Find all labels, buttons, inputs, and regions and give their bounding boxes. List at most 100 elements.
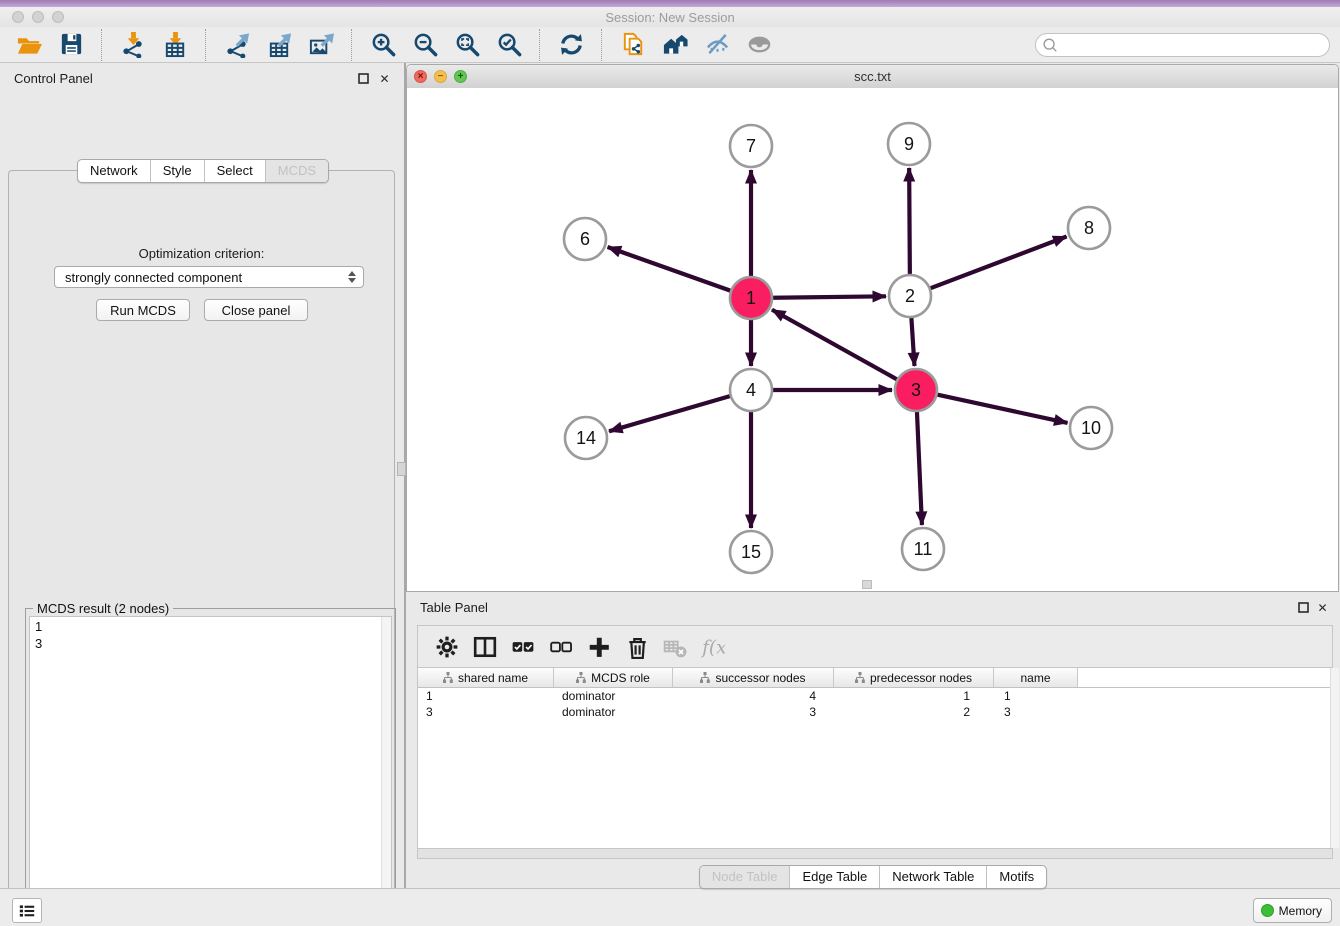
export-network-icon <box>224 31 251 58</box>
graph-edge-1-6[interactable] <box>608 247 731 291</box>
column-header-label: MCDS role <box>591 671 650 685</box>
graph-edge-3-1[interactable] <box>772 310 897 380</box>
table-horizontal-scrollbar[interactable] <box>417 849 1333 859</box>
graph-edge-2-3[interactable] <box>911 318 914 366</box>
table-cell[interactable]: 1 <box>994 689 1078 703</box>
import-table-button[interactable] <box>160 30 190 60</box>
tab-mcds[interactable]: MCDS <box>266 160 328 182</box>
search-input[interactable] <box>1059 35 1329 55</box>
duplicate-network-button[interactable] <box>618 30 648 60</box>
save-button[interactable] <box>56 30 86 60</box>
criterion-selected-value: strongly connected component <box>55 270 344 285</box>
table-cell[interactable]: dominator <box>554 689 673 703</box>
column-header-name[interactable]: name <box>994 668 1078 687</box>
graph-node-10[interactable]: 10 <box>1070 407 1112 449</box>
graph-node-14[interactable]: 14 <box>565 417 607 459</box>
mcds-result-node: 1 <box>35 618 391 635</box>
table-row[interactable]: 1dominator411 <box>418 688 1332 704</box>
export-table-button[interactable] <box>264 30 294 60</box>
run-mcds-button[interactable]: Run MCDS <box>96 299 190 321</box>
show-graphics-details-button[interactable] <box>744 30 774 60</box>
import-network-button[interactable] <box>118 30 148 60</box>
tab-network-table[interactable]: Network Table <box>880 866 987 888</box>
column-header-successor-nodes[interactable]: successor nodes <box>673 668 834 687</box>
export-network-button[interactable] <box>222 30 252 60</box>
graph-node-9[interactable]: 9 <box>888 123 930 165</box>
tab-select[interactable]: Select <box>205 160 266 182</box>
table-cell[interactable]: dominator <box>554 705 673 719</box>
table-cell[interactable]: 3 <box>418 705 554 719</box>
task-list-icon <box>18 903 36 919</box>
deselect-all-button[interactable] <box>546 633 576 661</box>
graph-edge-3-10[interactable] <box>937 395 1067 423</box>
toolbar-separator <box>101 29 103 61</box>
graph-edge-2-9[interactable] <box>909 168 910 274</box>
tab-motifs[interactable]: Motifs <box>987 866 1046 888</box>
table-cell[interactable]: 1 <box>418 689 554 703</box>
split-columns-button[interactable] <box>470 633 500 661</box>
table-panel: Table Panel ✕ f(x) shared name MCDS role s… <box>406 592 1340 888</box>
graph-edge-2-8[interactable] <box>931 237 1067 289</box>
table-cell[interactable]: 3 <box>994 705 1078 719</box>
tab-network[interactable]: Network <box>78 160 151 182</box>
memory-button[interactable]: Memory <box>1253 898 1332 923</box>
add-column-button[interactable] <box>584 633 614 661</box>
graph-node-2[interactable]: 2 <box>889 275 931 317</box>
graph-node-1[interactable]: 1 <box>730 277 772 319</box>
table-vertical-scrollbar[interactable] <box>1330 668 1339 848</box>
gear-button[interactable] <box>432 633 462 661</box>
open-folder-button[interactable] <box>14 30 44 60</box>
graph-node-8[interactable]: 8 <box>1068 207 1110 249</box>
graph-edge-4-14[interactable] <box>609 396 730 431</box>
network-resize-grip[interactable] <box>862 580 872 589</box>
home-view-button[interactable] <box>660 30 690 60</box>
delete-column-button[interactable] <box>622 633 652 661</box>
refresh-button[interactable] <box>556 30 586 60</box>
splitter-grip[interactable] <box>397 462 406 476</box>
float-table-panel-icon[interactable] <box>1297 601 1310 614</box>
table-panel-header: Table Panel ✕ <box>406 592 1340 622</box>
select-all-button[interactable] <box>508 633 538 661</box>
select-all-icon <box>511 635 535 659</box>
import-network-icon <box>120 31 147 58</box>
network-canvas[interactable]: 7 9 6 8 1 2 4 3 14 10 15 11 <box>407 88 1338 591</box>
graph-node-label: 1 <box>746 288 756 308</box>
graph-node-3[interactable]: 3 <box>895 369 937 411</box>
table-cell[interactable]: 2 <box>834 705 994 719</box>
zoom-out-button[interactable] <box>410 30 440 60</box>
close-table-panel-icon[interactable]: ✕ <box>1316 601 1329 614</box>
graph-node-11[interactable]: 11 <box>902 528 944 570</box>
close-panel-icon[interactable]: ✕ <box>378 72 391 85</box>
graph-node-7[interactable]: 7 <box>730 125 772 167</box>
criterion-select[interactable]: strongly connected component <box>54 266 364 288</box>
graph-node-6[interactable]: 6 <box>564 218 606 260</box>
graph-edge-1-2[interactable] <box>773 296 886 297</box>
hide-graphics-details-button[interactable] <box>702 30 732 60</box>
graph-node-4[interactable]: 4 <box>730 369 772 411</box>
column-header-MCDS-role[interactable]: MCDS role <box>554 668 673 687</box>
result-scrollbar[interactable] <box>381 617 391 926</box>
export-image-button[interactable] <box>306 30 336 60</box>
column-header-predecessor-nodes[interactable]: predecessor nodes <box>834 668 994 687</box>
zoom-selected-button[interactable] <box>494 30 524 60</box>
float-panel-icon[interactable] <box>357 72 370 85</box>
mcds-result-list[interactable]: 13 <box>29 616 392 926</box>
zoom-in-button[interactable] <box>368 30 398 60</box>
column-header-shared-name[interactable]: shared name <box>418 668 554 687</box>
tab-node-table[interactable]: Node Table <box>700 866 791 888</box>
graph-node-15[interactable]: 15 <box>730 531 772 573</box>
tab-edge-table[interactable]: Edge Table <box>790 866 880 888</box>
task-history-button[interactable] <box>12 898 42 923</box>
table-cell[interactable]: 3 <box>673 705 834 719</box>
graph-edge-3-11[interactable] <box>917 412 922 525</box>
zoom-selected-icon <box>496 31 523 58</box>
table-cell[interactable]: 4 <box>673 689 834 703</box>
svg-text:f(x): f(x) <box>701 637 725 658</box>
table-cell[interactable]: 1 <box>834 689 994 703</box>
zoom-fit-button[interactable] <box>452 30 482 60</box>
table-row[interactable]: 3dominator323 <box>418 704 1332 720</box>
export-image-icon <box>308 31 335 58</box>
graph-node-label: 15 <box>741 542 761 562</box>
close-panel-button[interactable]: Close panel <box>204 299 308 321</box>
tab-style[interactable]: Style <box>151 160 205 182</box>
